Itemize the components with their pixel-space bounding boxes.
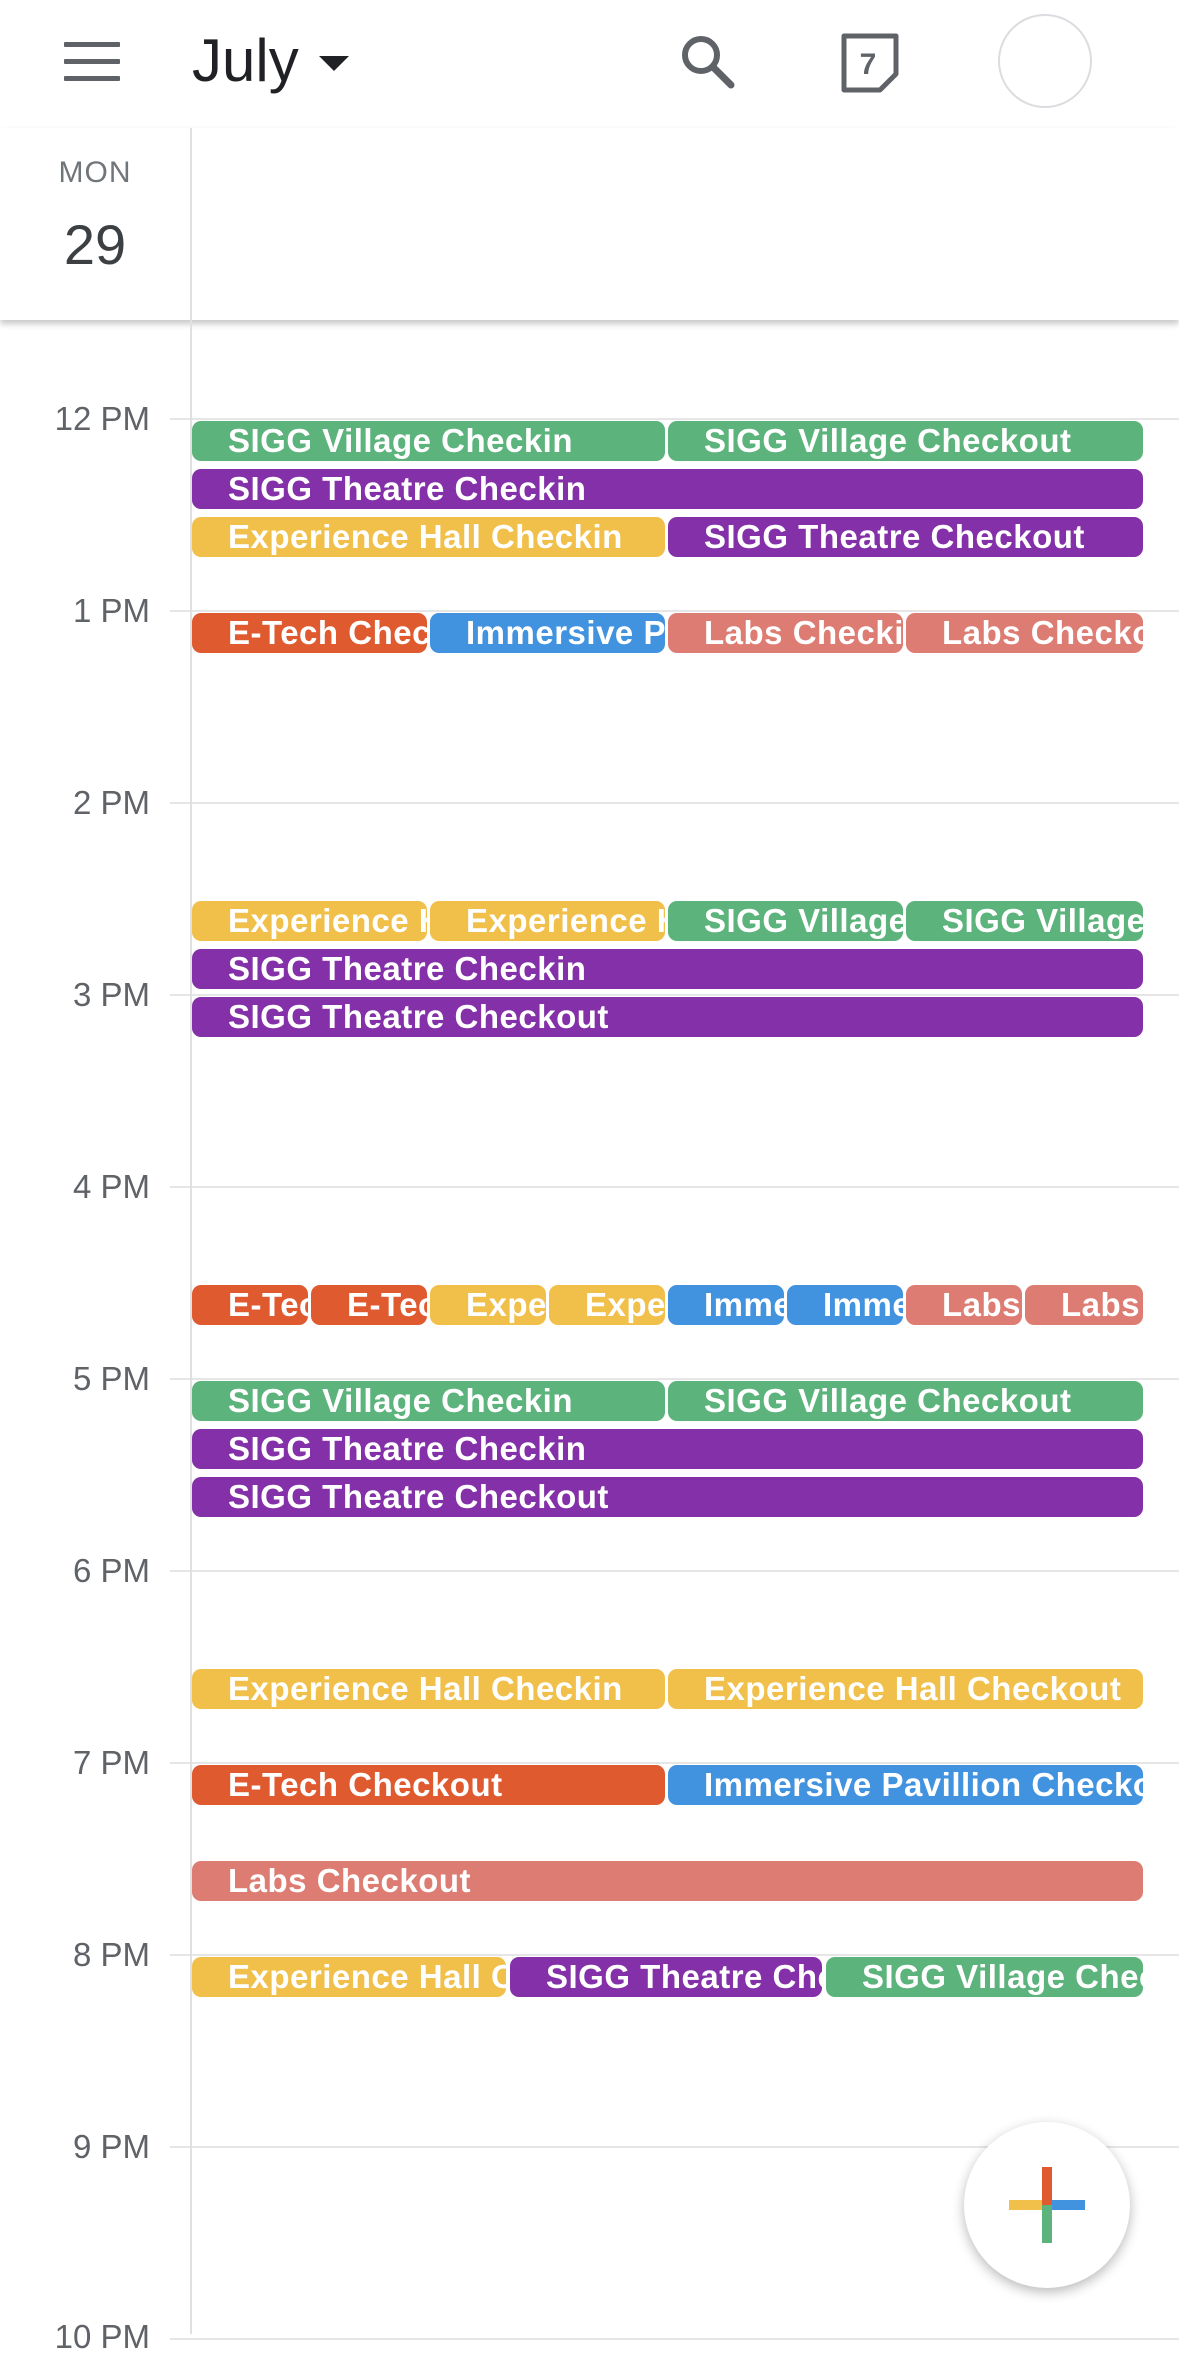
event-chip[interactable]: Experience Hall Checkin: [192, 901, 427, 941]
hour-label: 12 PM: [54, 400, 150, 437]
event-chip[interactable]: Labs Checkout: [192, 1861, 1143, 1901]
event-chip[interactable]: SIGG Theatre Checkout: [510, 1957, 822, 1997]
hour-label: 9 PM: [72, 2128, 150, 2165]
create-event-fab[interactable]: [964, 2122, 1130, 2288]
hour-gridline: [170, 1186, 1179, 1188]
event-chip[interactable]: Labs Checkin: [668, 613, 903, 653]
event-chip[interactable]: SIGG Village Checkin: [192, 1381, 665, 1421]
today-badge-number: 7: [860, 48, 877, 81]
event-chip[interactable]: SIGG Theatre Checkin: [192, 1429, 1143, 1469]
hour-label: 4 PM: [72, 1168, 150, 1205]
day-header: MON 29: [0, 128, 1179, 320]
hour-label: 3 PM: [72, 976, 150, 1013]
hour-gridline: [170, 2338, 1179, 2340]
hour-label: 7 PM: [72, 1744, 150, 1781]
hour-gridline: [170, 1378, 1179, 1380]
hour-gridline: [170, 418, 1179, 420]
event-chip[interactable]: E-Tech Checkin: [192, 1285, 308, 1325]
event-chip[interactable]: SIGG Village Checkout: [668, 421, 1143, 461]
hour-label: 2 PM: [72, 784, 150, 821]
hour-gridline: [170, 802, 1179, 804]
event-chip[interactable]: Experience Hall Checkout: [430, 901, 665, 941]
hour-label: 6 PM: [72, 1552, 150, 1589]
event-chip[interactable]: Immersive Pavillion Checkin: [668, 1285, 784, 1325]
event-chip[interactable]: Labs Checkin: [906, 1285, 1022, 1325]
avatar[interactable]: [998, 14, 1092, 108]
add-plus-icon: [1009, 2167, 1085, 2243]
event-chip[interactable]: E-Tech Checkout: [311, 1285, 427, 1325]
month-label: July: [192, 27, 299, 94]
month-selector[interactable]: July: [192, 26, 349, 95]
event-chip[interactable]: SIGG Village Checkout: [826, 1957, 1143, 1997]
event-chip[interactable]: E-Tech Checkout: [192, 1765, 665, 1805]
event-chip[interactable]: Labs Checkout: [1025, 1285, 1143, 1325]
search-icon[interactable]: [678, 32, 736, 90]
event-chip[interactable]: Experience Hall Checkout: [668, 1669, 1143, 1709]
event-chip[interactable]: SIGG Theatre Checkout: [192, 997, 1143, 1037]
hour-label: 8 PM: [72, 1936, 150, 1973]
event-chip[interactable]: Immersive Pavillion Checkin: [430, 613, 665, 653]
calendar-today-icon[interactable]: 7: [838, 32, 902, 94]
top-app-bar: July 7: [0, 0, 1179, 128]
dropdown-caret-icon: [318, 56, 349, 71]
menu-icon[interactable]: [64, 42, 120, 82]
event-chip[interactable]: Experience Hall Checkin: [192, 1669, 665, 1709]
hour-gridline: [170, 1954, 1179, 1956]
day-of-week: MON: [58, 156, 132, 189]
event-chip[interactable]: SIGG Theatre Checkin: [192, 469, 1143, 509]
event-chip[interactable]: SIGG Village Checkin: [192, 421, 665, 461]
event-chip[interactable]: Experience Hall Checkin: [430, 1285, 546, 1325]
event-chip[interactable]: SIGG Theatre Checkin: [192, 949, 1143, 989]
event-chip[interactable]: SIGG Theatre Checkout: [668, 517, 1143, 557]
event-chip[interactable]: Immersive Pavillion Checkout: [668, 1765, 1143, 1805]
day-number[interactable]: 29: [0, 212, 190, 277]
hour-gridline: [170, 610, 1179, 612]
hour-label: 1 PM: [72, 592, 150, 629]
hour-label: 10 PM: [54, 2318, 150, 2355]
event-chip[interactable]: Experience Hall Checkin: [192, 517, 665, 557]
event-chip[interactable]: Experience Hall Checkout: [549, 1285, 665, 1325]
event-chip[interactable]: Immersive Pavillion Checkout: [787, 1285, 903, 1325]
event-chip[interactable]: SIGG Village Checkin: [668, 901, 903, 941]
time-column-divider: [190, 128, 192, 2334]
event-chip[interactable]: SIGG Village Checkout: [906, 901, 1143, 941]
event-chip[interactable]: Experience Hall Checkout: [192, 1957, 506, 1997]
event-chip[interactable]: SIGG Theatre Checkout: [192, 1477, 1143, 1517]
hour-label: 5 PM: [72, 1360, 150, 1397]
hour-gridline: [170, 1570, 1179, 1572]
event-chip[interactable]: E-Tech Checkin: [192, 613, 427, 653]
hour-gridline: [170, 994, 1179, 996]
hour-gridline: [170, 1762, 1179, 1764]
event-chip[interactable]: SIGG Village Checkout: [668, 1381, 1143, 1421]
event-chip[interactable]: Labs Checkout: [906, 613, 1143, 653]
